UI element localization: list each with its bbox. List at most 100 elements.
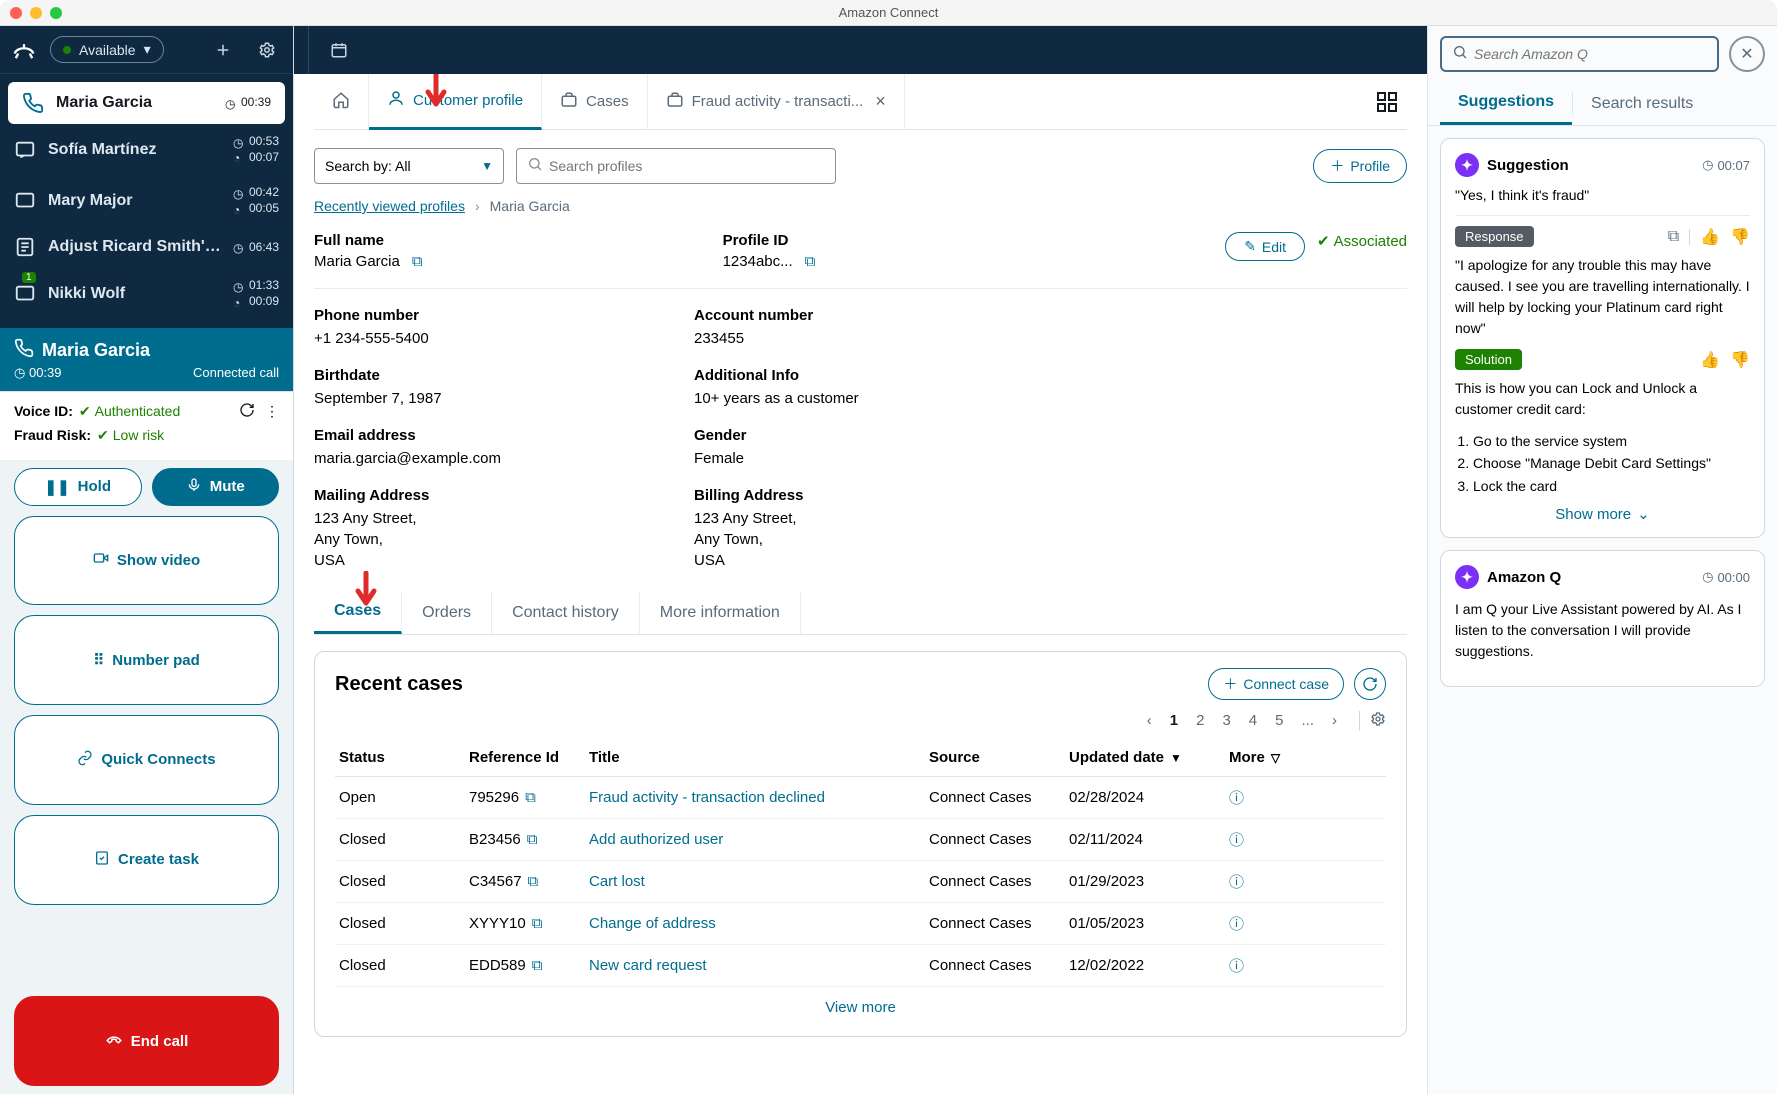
settings-gear-icon[interactable] xyxy=(251,34,283,66)
maximize-window[interactable] xyxy=(50,7,62,19)
search-by-dropdown[interactable]: Search by: All ▼ xyxy=(314,148,504,184)
copy-icon[interactable]: ⧉ xyxy=(528,873,539,890)
more-vertical-icon[interactable]: ⋮ xyxy=(265,403,279,420)
active-call-panel: Maria Garcia ◷ 00:39 Connected call xyxy=(0,328,293,391)
case-link[interactable]: Change of address xyxy=(589,915,716,932)
table-row[interactable]: Closed B23456⧉ Add authorized user Conne… xyxy=(335,819,1386,861)
table-row[interactable]: Closed C34567⧉ Cart lost Connect Cases 0… xyxy=(335,861,1386,903)
hold-button[interactable]: ❚❚ Hold xyxy=(14,468,142,506)
case-link[interactable]: Fraud activity - transaction declined xyxy=(589,789,825,806)
clock-icon: ◷ xyxy=(14,365,29,380)
call-controls: ❚❚ Hold Mute Show video ⠿ Number pad xyxy=(0,460,293,1094)
copy-icon[interactable]: ⧉ xyxy=(412,253,423,270)
table-row[interactable]: Open 795296⧉ Fraud activity - transactio… xyxy=(335,777,1386,819)
view-more-cases-link[interactable]: View more xyxy=(335,987,1386,1020)
tab-cases[interactable]: Cases xyxy=(542,74,648,130)
case-link[interactable]: Add authorized user xyxy=(589,831,723,848)
copy-icon[interactable]: ⧉ xyxy=(525,789,536,806)
subtab-more-info[interactable]: More information xyxy=(640,591,801,634)
pager-prev[interactable]: ‹ xyxy=(1143,710,1156,731)
q-tab-search-results[interactable]: Search results xyxy=(1573,82,1711,125)
connect-case-button[interactable]: ＋ Connect case xyxy=(1208,668,1344,700)
thumbs-up-icon[interactable]: 👍 xyxy=(1700,350,1720,370)
stopwatch-icon: ◔ xyxy=(233,151,245,163)
info-icon[interactable]: ⓘ xyxy=(1229,832,1244,849)
subtab-cases[interactable]: Cases xyxy=(314,591,402,634)
breadcrumb-link[interactable]: Recently viewed profiles xyxy=(314,198,465,214)
number-pad-button[interactable]: ⠿ Number pad xyxy=(14,615,279,705)
end-call-button[interactable]: End call xyxy=(14,996,279,1086)
chevron-down-icon: ▼ xyxy=(481,159,493,173)
briefcase-icon xyxy=(666,91,684,113)
chevron-right-icon: › xyxy=(475,198,480,214)
tab-home[interactable] xyxy=(314,74,369,130)
pager-page[interactable]: 4 xyxy=(1245,710,1261,731)
create-task-button[interactable]: Create task xyxy=(14,815,279,905)
agent-status-dropdown[interactable]: Available ▾ xyxy=(50,36,164,63)
thumbs-up-icon[interactable]: 👍 xyxy=(1700,227,1720,247)
full-name-label: Full name xyxy=(314,232,423,249)
active-call-name: Maria Garcia xyxy=(42,340,279,361)
minimize-window[interactable] xyxy=(30,7,42,19)
copy-icon[interactable]: ⧉ xyxy=(1668,228,1679,246)
pager-page[interactable]: 3 xyxy=(1218,710,1234,731)
table-settings-icon[interactable] xyxy=(1359,711,1386,731)
refresh-cases-button[interactable] xyxy=(1354,668,1386,700)
quick-connects-button[interactable]: Quick Connects xyxy=(14,715,279,805)
fraud-risk-label: Fraud Risk: xyxy=(14,427,91,443)
contact-item-3[interactable]: Adjust Ricard Smith's p... ◷06:43 xyxy=(0,226,293,268)
info-icon[interactable]: ⓘ xyxy=(1229,958,1244,975)
subtab-orders[interactable]: Orders xyxy=(402,591,492,634)
case-link[interactable]: Cart lost xyxy=(589,873,645,890)
plus-icon: ＋ xyxy=(1330,156,1344,176)
phone-icon xyxy=(14,338,34,363)
q-tab-suggestions[interactable]: Suggestions xyxy=(1440,82,1572,125)
lightbulb-icon: ✦ xyxy=(1455,153,1479,177)
calendar-icon[interactable] xyxy=(323,34,355,66)
col-more[interactable]: More▽ xyxy=(1229,749,1309,766)
contact-item-2[interactable]: Mary Major ◷00:42 ◔00:05 xyxy=(0,175,293,226)
edit-profile-button[interactable]: ✎ Edit xyxy=(1225,232,1305,261)
copy-icon[interactable]: ⧉ xyxy=(805,253,816,270)
copy-icon[interactable]: ⧉ xyxy=(532,957,543,974)
pager-next[interactable]: › xyxy=(1328,710,1341,731)
refresh-icon[interactable] xyxy=(239,402,255,421)
check-circle-icon: ✔ xyxy=(79,403,91,420)
col-updated[interactable]: Updated date▼ xyxy=(1069,749,1229,766)
table-row[interactable]: Closed EDD589⧉ New card request Connect … xyxy=(335,945,1386,987)
show-more-button[interactable]: Show more ⌄ xyxy=(1455,497,1750,523)
search-profiles-input[interactable] xyxy=(516,148,836,184)
thumbs-down-icon[interactable]: 👎 xyxy=(1730,227,1750,247)
contact-item-4[interactable]: 1 Nikki Wolf ◷01:33 ◔00:09 xyxy=(0,268,293,319)
copy-icon[interactable]: ⧉ xyxy=(532,915,543,932)
amazon-q-search[interactable] xyxy=(1440,36,1719,72)
info-icon[interactable]: ⓘ xyxy=(1229,874,1244,891)
mute-button[interactable]: Mute xyxy=(152,468,280,506)
table-row[interactable]: Closed XYYY10⧉ Change of address Connect… xyxy=(335,903,1386,945)
subtab-contact-history[interactable]: Contact history xyxy=(492,591,640,634)
add-icon[interactable] xyxy=(207,34,239,66)
contact-name: Mary Major xyxy=(48,192,221,210)
tab-customer-profile[interactable]: Customer profile xyxy=(369,74,542,130)
tab-fraud-activity[interactable]: Fraud activity - transacti... × xyxy=(648,74,905,130)
call-status: Connected call xyxy=(193,365,279,380)
apps-grid-icon[interactable] xyxy=(1375,90,1399,114)
contact-item-0[interactable]: Maria Garcia ◷00:39 xyxy=(8,82,285,124)
close-tab-icon[interactable]: × xyxy=(875,91,886,112)
close-window[interactable] xyxy=(10,7,22,19)
window-title: Amazon Connect xyxy=(839,5,939,20)
copy-icon[interactable]: ⧉ xyxy=(527,831,538,848)
info-icon[interactable]: ⓘ xyxy=(1229,916,1244,933)
case-link[interactable]: New card request xyxy=(589,957,707,974)
close-panel-button[interactable]: ✕ xyxy=(1729,36,1765,72)
breadcrumb-current: Maria Garcia xyxy=(490,198,570,214)
contact-item-1[interactable]: Sofía Martínez ◷00:53 ◔00:07 xyxy=(0,124,293,175)
add-profile-button[interactable]: ＋ Profile xyxy=(1313,149,1407,183)
profile-id-label: Profile ID xyxy=(723,232,816,249)
thumbs-down-icon[interactable]: 👎 xyxy=(1730,350,1750,370)
pager-page[interactable]: 5 xyxy=(1271,710,1287,731)
pager-page[interactable]: 2 xyxy=(1192,710,1208,731)
info-icon[interactable]: ⓘ xyxy=(1229,790,1244,807)
show-video-button[interactable]: Show video xyxy=(14,516,279,606)
pager-page[interactable]: 1 xyxy=(1166,710,1182,731)
